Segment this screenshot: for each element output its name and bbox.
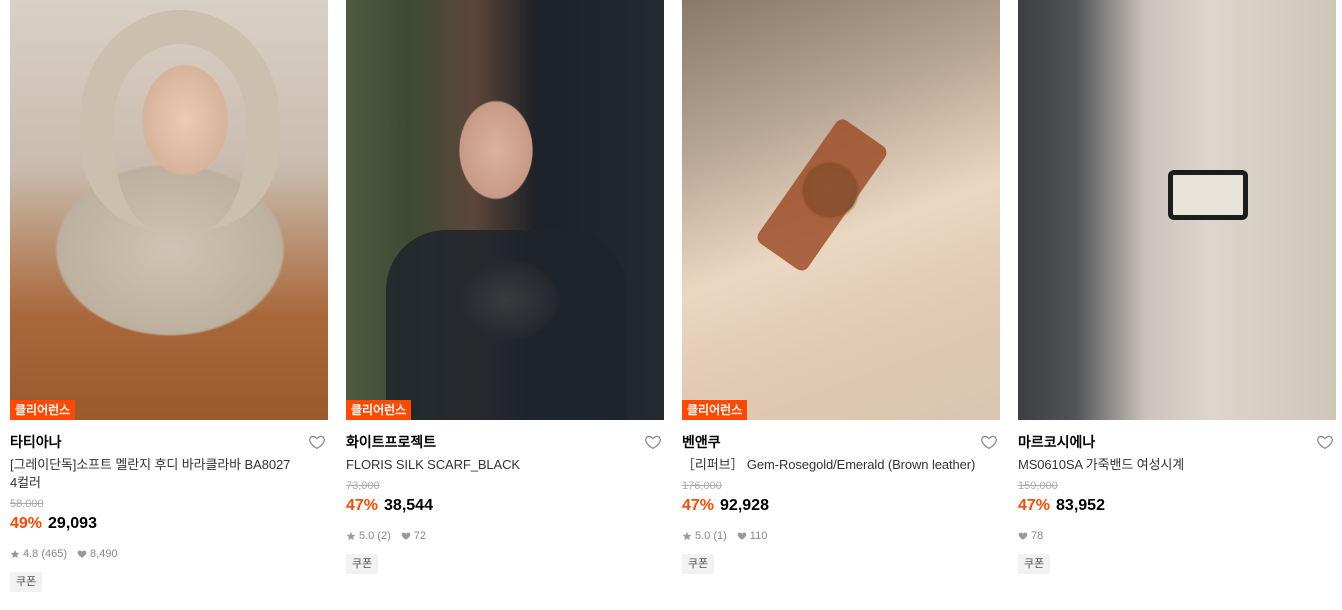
coupon-tag: 쿠폰 xyxy=(1018,554,1051,574)
original-price: 176,000 xyxy=(682,480,722,492)
clearance-badge: 클리어런스 xyxy=(10,400,76,420)
coupon-tag: 쿠폰 xyxy=(682,554,715,574)
rating-text: 4.8 (465) xyxy=(23,548,68,560)
star-icon xyxy=(10,549,20,559)
wishlist-heart-icon[interactable] xyxy=(980,433,998,451)
original-price: 159,000 xyxy=(1018,480,1058,492)
product-title[interactable]: [그레이단독]소프트 멜란지 후디 바라클라바 BA8027 4컬러 xyxy=(10,456,328,492)
product-card[interactable]: 클리어런스 화이트프로젝트 FLORIS SILK SCARF_BLACK 73… xyxy=(346,0,664,574)
star-icon xyxy=(682,531,692,541)
product-title[interactable]: FLORIS SILK SCARF_BLACK xyxy=(346,456,664,474)
brand-name[interactable]: 마르코시에나 xyxy=(1018,432,1336,452)
rating-text: 5.0 (2) xyxy=(359,530,391,542)
discount-rate: 47% xyxy=(346,497,379,514)
wishlist-heart-icon[interactable] xyxy=(644,433,662,451)
likes-count: 8,490 xyxy=(90,548,118,560)
heart-filled-icon xyxy=(737,532,747,540)
product-image[interactable]: 클리어런스 xyxy=(10,0,328,420)
product-grid: 클리어런스 타티아나 [그레이단독]소프트 멜란지 후디 바라클라바 BA802… xyxy=(0,0,1342,610)
sale-price: 83,952 xyxy=(1056,497,1105,514)
star-icon xyxy=(346,531,356,541)
brand-name[interactable]: 타티아나 xyxy=(10,432,328,452)
product-meta: 4.8 (465) 8,490 xyxy=(10,547,328,561)
product-meta: 78 xyxy=(1018,529,1336,543)
heart-filled-icon xyxy=(401,532,411,540)
product-card[interactable]: 클리어런스 벤앤쿠 ［리퍼브］ Gem-Rosegold/Emerald (Br… xyxy=(682,0,1000,574)
discount-rate: 49% xyxy=(10,515,43,532)
discount-rate: 47% xyxy=(682,497,715,514)
product-meta: 5.0 (1) 110 xyxy=(682,529,1000,543)
wishlist-heart-icon[interactable] xyxy=(308,433,326,451)
coupon-tag: 쿠폰 xyxy=(10,572,43,592)
brand-name[interactable]: 화이트프로젝트 xyxy=(346,432,664,452)
product-title[interactable]: ［리퍼브］ Gem-Rosegold/Emerald (Brown leathe… xyxy=(682,456,1000,474)
clearance-badge: 클리어런스 xyxy=(346,400,412,420)
product-photo xyxy=(682,0,1000,420)
product-photo xyxy=(1018,0,1336,420)
likes-count: 72 xyxy=(413,530,427,542)
product-card[interactable]: 마르코시에나 MS0610SA 가죽밴드 여성시계 159,000 47% 83,… xyxy=(1018,0,1336,574)
product-photo xyxy=(346,0,664,420)
heart-filled-icon xyxy=(1018,532,1028,540)
sale-price: 38,544 xyxy=(384,497,433,514)
likes-count: 110 xyxy=(749,530,768,542)
product-card[interactable]: 클리어런스 타티아나 [그레이단독]소프트 멜란지 후디 바라클라바 BA802… xyxy=(10,0,328,592)
product-photo xyxy=(10,0,328,420)
product-meta: 5.0 (2) 72 xyxy=(346,529,664,543)
clearance-badge: 클리어런스 xyxy=(682,400,748,420)
product-title[interactable]: MS0610SA 가죽밴드 여성시계 xyxy=(1018,456,1336,474)
heart-filled-icon xyxy=(77,550,87,558)
sale-price: 29,093 xyxy=(48,515,97,532)
original-price: 58,000 xyxy=(10,498,44,510)
wishlist-heart-icon[interactable] xyxy=(1316,433,1334,451)
discount-rate: 47% xyxy=(1018,497,1051,514)
coupon-tag: 쿠폰 xyxy=(346,554,379,574)
likes-count: 78 xyxy=(1031,530,1044,542)
rating-text: 5.0 (1) xyxy=(695,530,727,542)
product-image[interactable]: 클리어런스 xyxy=(346,0,664,420)
product-image[interactable]: 클리어런스 xyxy=(682,0,1000,420)
product-image[interactable] xyxy=(1018,0,1336,420)
original-price: 73,000 xyxy=(346,480,380,492)
sale-price: 92,928 xyxy=(720,497,769,514)
brand-name[interactable]: 벤앤쿠 xyxy=(682,432,1000,452)
